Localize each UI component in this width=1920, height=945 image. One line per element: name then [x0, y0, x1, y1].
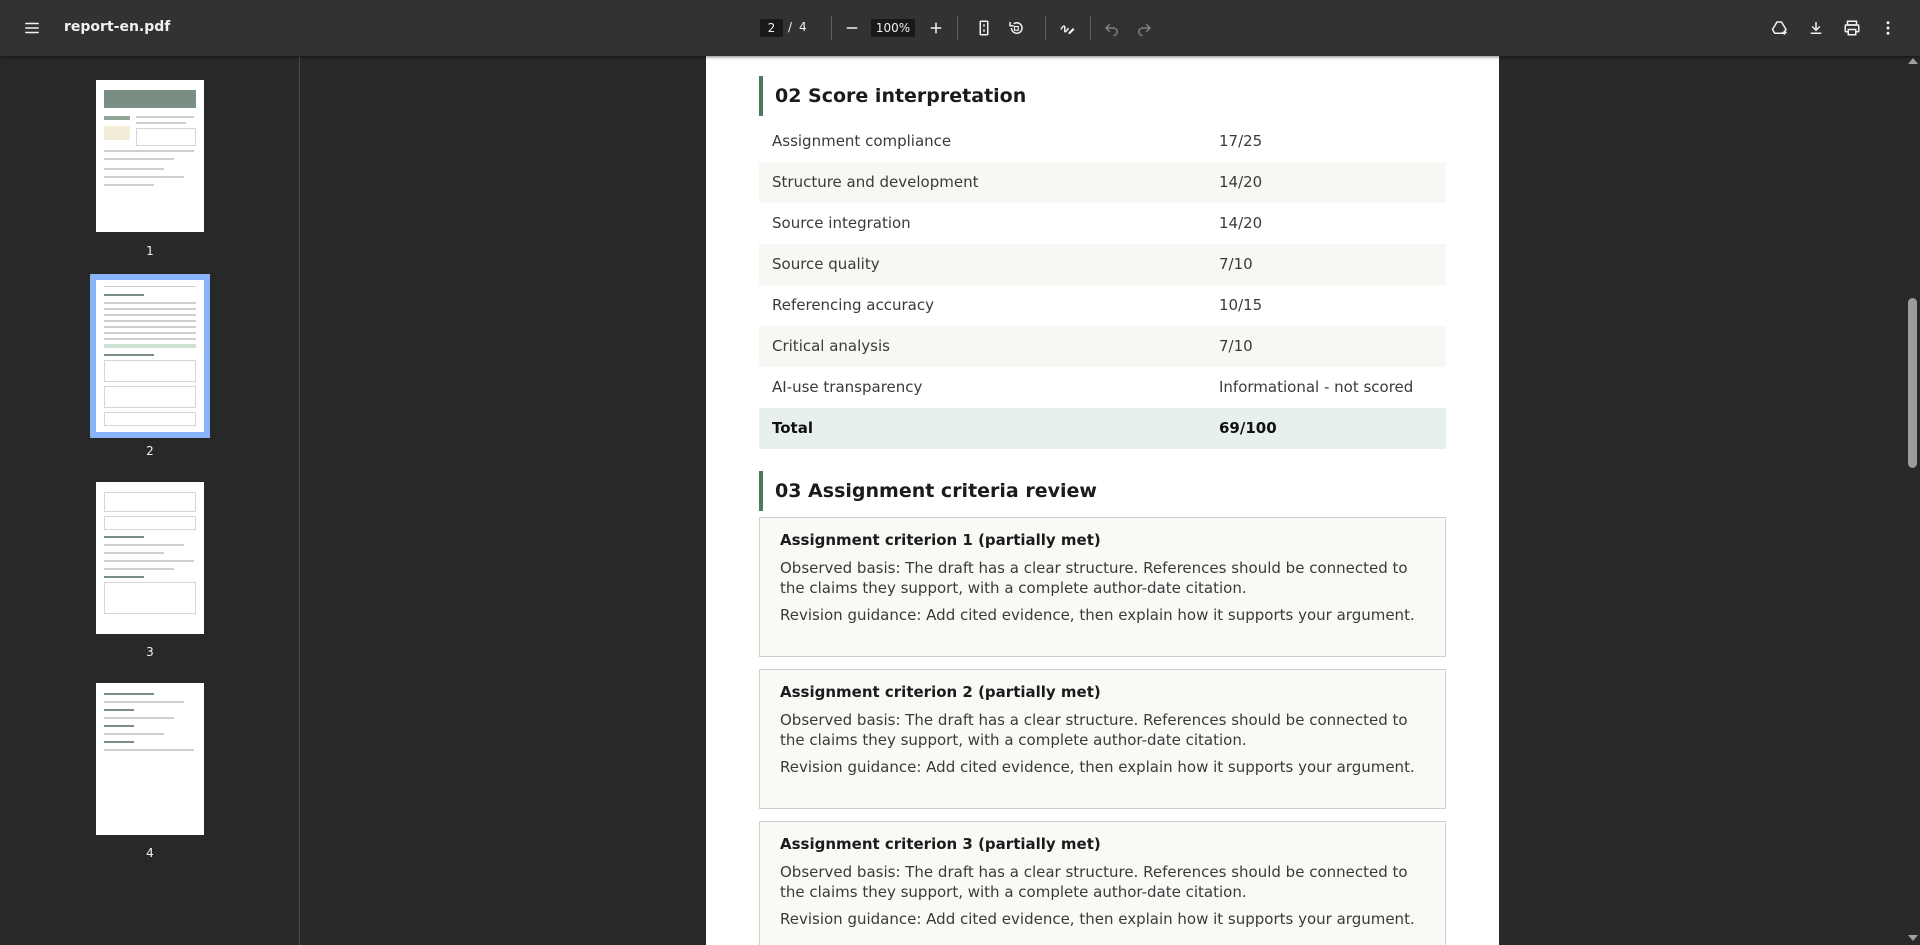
page-thumbnail-3[interactable]: [96, 482, 204, 634]
criterion-basis: Observed basis: The draft has a clear st…: [780, 863, 1408, 901]
more-icon[interactable]: [1872, 12, 1904, 44]
score-label: Source quality: [772, 255, 880, 273]
redo-icon[interactable]: [1128, 12, 1160, 44]
criterion-guidance: Revision guidance: Add cited evidence, t…: [780, 910, 1415, 928]
zoom-in-icon[interactable]: [920, 12, 952, 44]
score-row: AI-use transparency Informational - not …: [759, 367, 1446, 408]
download-icon[interactable]: [1800, 12, 1832, 44]
criterion-card: Assignment criterion 1 (partially met) O…: [759, 517, 1446, 657]
page-thumbnail-2[interactable]: [90, 274, 210, 438]
add-drive-icon[interactable]: [1764, 12, 1796, 44]
criterion-guidance: Revision guidance: Add cited evidence, t…: [780, 758, 1415, 776]
zoom-out-icon[interactable]: [836, 12, 868, 44]
score-section-title: 02 Score interpretation: [775, 85, 1027, 107]
criterion-title: Assignment criterion 2 (partially met): [780, 683, 1101, 701]
toolbar-divider: [957, 16, 958, 40]
score-row: Critical analysis 7/10: [759, 326, 1446, 367]
vertical-scrollbar[interactable]: [1905, 56, 1920, 945]
rotate-icon[interactable]: [1000, 12, 1032, 44]
toolbar-divider: [1090, 16, 1091, 40]
score-row: Source integration 14/20: [759, 203, 1446, 244]
score-value: Informational - not scored: [1219, 378, 1414, 396]
score-total-row: Total 69/100: [759, 408, 1446, 449]
score-total-value: 69/100: [1219, 419, 1277, 437]
annotate-icon[interactable]: [1051, 12, 1083, 44]
score-value: 17/25: [1219, 132, 1263, 150]
score-label: AI-use transparency: [772, 378, 923, 396]
score-label: Critical analysis: [772, 337, 890, 355]
score-label: Source integration: [772, 214, 911, 232]
print-icon[interactable]: [1836, 12, 1868, 44]
page-separator: /: [788, 20, 793, 34]
thumbnail-number: 1: [146, 244, 154, 258]
page-total: 4: [799, 20, 807, 34]
menu-icon[interactable]: [16, 12, 48, 44]
criterion-basis: Observed basis: The draft has a clear st…: [780, 711, 1408, 749]
score-value: 14/20: [1219, 173, 1263, 191]
criterion-basis: Observed basis: The draft has a clear st…: [780, 559, 1408, 597]
zoom-level-input[interactable]: 100%: [871, 19, 915, 37]
score-value: 7/10: [1219, 255, 1253, 273]
criterion-card: Assignment criterion 2 (partially met) O…: [759, 669, 1446, 809]
score-label: Referencing accuracy: [772, 296, 934, 314]
page-thumbnail-1[interactable]: [96, 80, 204, 232]
undo-icon[interactable]: [1096, 12, 1128, 44]
scroll-up-arrow-icon[interactable]: [1908, 58, 1918, 64]
score-row: Structure and development 14/20: [759, 162, 1446, 203]
criteria-section-title: 03 Assignment criteria review: [775, 480, 1097, 502]
pdf-page: 02 Score interpretation Assignment compl…: [706, 56, 1499, 945]
thumbnail-number: 2: [146, 444, 154, 458]
criterion-guidance: Revision guidance: Add cited evidence, t…: [780, 606, 1415, 624]
criterion-card: Assignment criterion 3 (partially met) O…: [759, 821, 1446, 945]
thumbnail-number: 3: [146, 645, 154, 659]
criterion-title: Assignment criterion 1 (partially met): [780, 531, 1101, 549]
score-value: 14/20: [1219, 214, 1263, 232]
thumbnail-sidebar: 1 2 3 4: [0, 56, 300, 945]
score-value: 10/15: [1219, 296, 1263, 314]
document-viewer[interactable]: 02 Score interpretation Assignment compl…: [300, 56, 1905, 945]
thumbnail-number: 4: [146, 846, 154, 860]
score-label: Structure and development: [772, 173, 979, 191]
toolbar-divider: [831, 16, 832, 40]
score-row: Assignment compliance 17/25: [759, 121, 1446, 162]
fit-page-icon[interactable]: [968, 12, 1000, 44]
pdf-toolbar: report-en.pdf 2 / 4 100%: [0, 0, 1920, 56]
scrollbar-thumb[interactable]: [1908, 298, 1917, 468]
score-total-label: Total: [772, 419, 813, 437]
scroll-down-arrow-icon[interactable]: [1908, 935, 1918, 941]
score-label: Assignment compliance: [772, 132, 952, 150]
document-title: report-en.pdf: [64, 19, 171, 35]
section-heading: 03 Assignment criteria review: [759, 471, 1446, 511]
criterion-title: Assignment criterion 3 (partially met): [780, 835, 1101, 853]
page-thumbnail-4[interactable]: [96, 683, 204, 835]
toolbar-divider: [1045, 16, 1046, 40]
score-value: 7/10: [1219, 337, 1253, 355]
score-row: Source quality 7/10: [759, 244, 1446, 285]
page-number-input[interactable]: 2: [760, 19, 783, 37]
section-heading: 02 Score interpretation: [759, 76, 1446, 116]
score-row: Referencing accuracy 10/15: [759, 285, 1446, 326]
